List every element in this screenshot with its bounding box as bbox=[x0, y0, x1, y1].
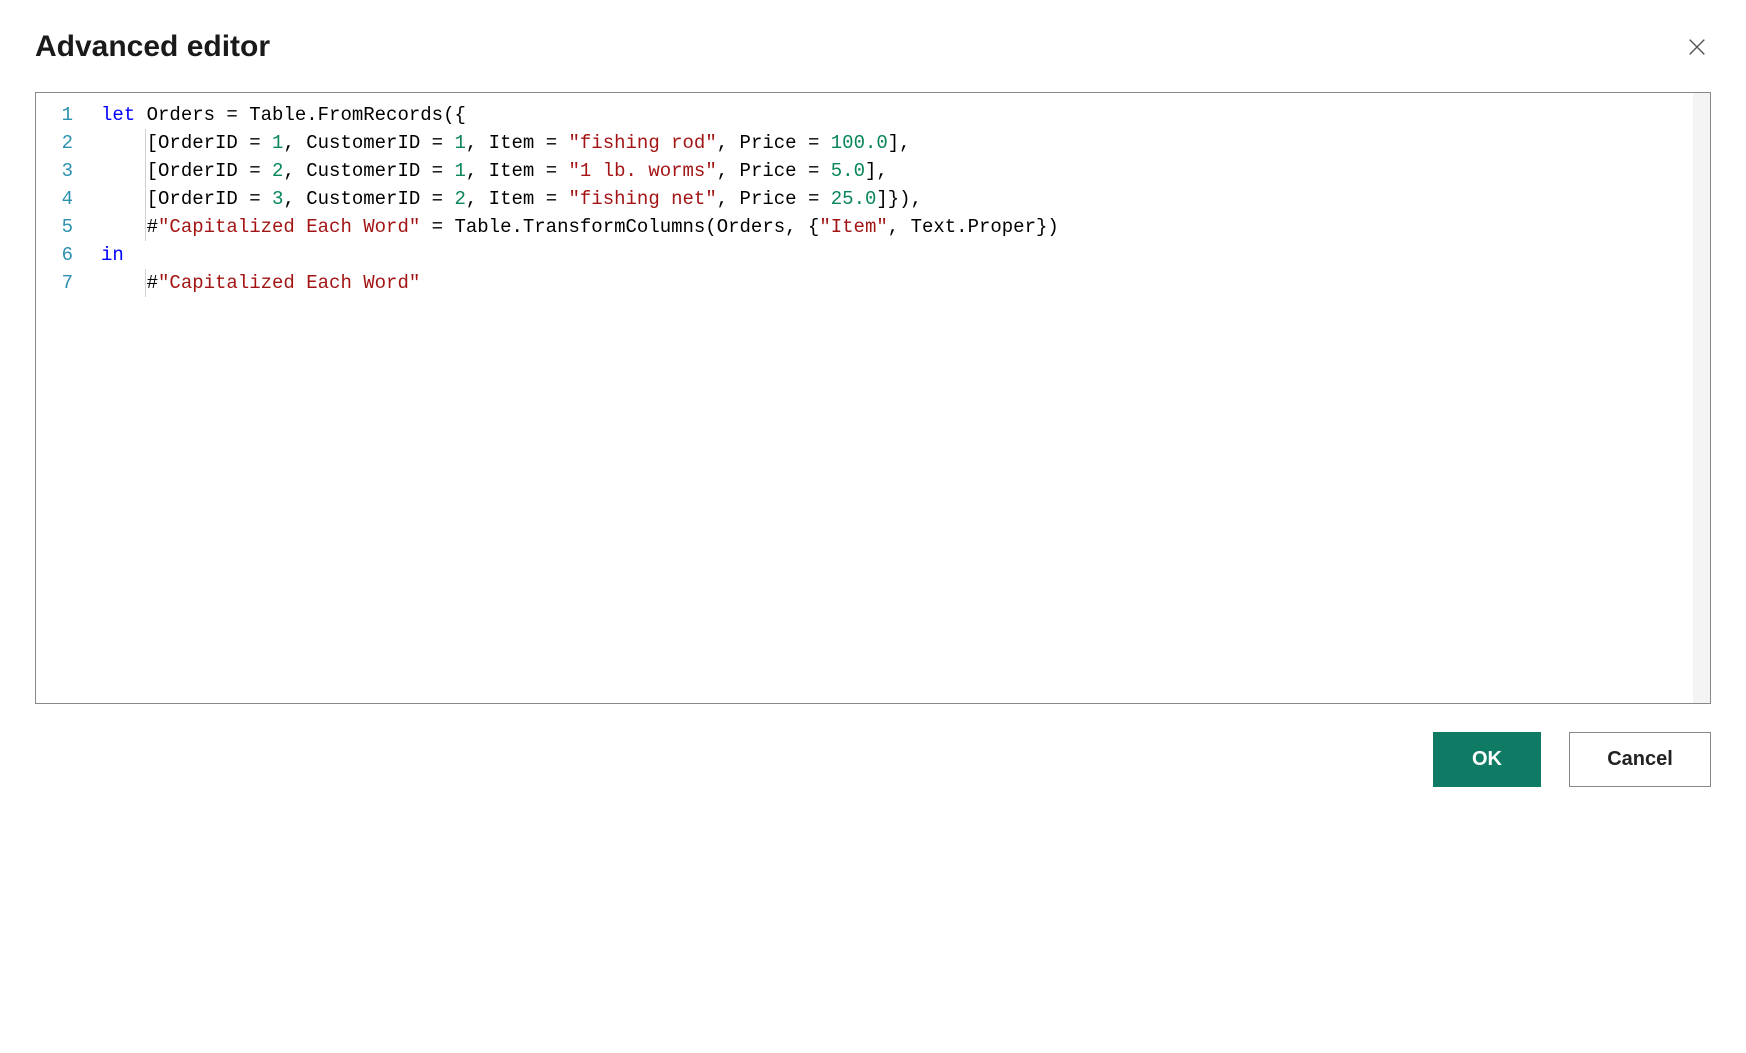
code-token: "Capitalized Each Word" bbox=[158, 272, 420, 294]
close-icon bbox=[1686, 36, 1708, 58]
code-token: ], bbox=[888, 132, 911, 154]
code-token: ]}), bbox=[876, 188, 922, 210]
code-token: 2 bbox=[454, 188, 465, 210]
code-line[interactable]: #"Capitalized Each Word" = Table.Transfo… bbox=[101, 213, 1710, 241]
code-token: 25.0 bbox=[831, 188, 877, 210]
code-token: 1 bbox=[272, 132, 283, 154]
code-token: = Table.TransformColumns(Orders, { bbox=[420, 216, 819, 238]
line-number: 6 bbox=[36, 241, 91, 269]
indent-guide bbox=[145, 157, 146, 185]
code-token: , Item = bbox=[466, 188, 569, 210]
code-token: [OrderID = bbox=[101, 188, 272, 210]
indent-guide bbox=[145, 129, 146, 157]
code-line[interactable]: let Orders = Table.FromRecords({ bbox=[101, 101, 1710, 129]
dialog-footer: OK Cancel bbox=[35, 732, 1711, 787]
code-token: ], bbox=[865, 160, 888, 182]
code-token: , Price = bbox=[717, 132, 831, 154]
code-line[interactable]: #"Capitalized Each Word" bbox=[101, 269, 1710, 297]
cancel-button[interactable]: Cancel bbox=[1569, 732, 1711, 787]
code-token: , Item = bbox=[466, 132, 569, 154]
code-token: "Item" bbox=[819, 216, 887, 238]
code-token: , Price = bbox=[717, 188, 831, 210]
dialog-title: Advanced editor bbox=[35, 30, 270, 64]
code-token: Orders = Table.FromRecords({ bbox=[135, 104, 466, 126]
code-token: # bbox=[101, 272, 158, 294]
code-line[interactable]: [OrderID = 3, CustomerID = 2, Item = "fi… bbox=[101, 185, 1710, 213]
code-token: # bbox=[101, 216, 158, 238]
line-number: 4 bbox=[36, 185, 91, 213]
dialog-header: Advanced editor bbox=[35, 30, 1711, 64]
code-area[interactable]: let Orders = Table.FromRecords({ [OrderI… bbox=[91, 93, 1710, 703]
line-number: 3 bbox=[36, 157, 91, 185]
code-token: "fishing net" bbox=[569, 188, 717, 210]
code-token: 1 bbox=[454, 132, 465, 154]
code-token: , Price = bbox=[717, 160, 831, 182]
code-token: , Item = bbox=[466, 160, 569, 182]
code-token: let bbox=[101, 104, 135, 126]
code-token: 5.0 bbox=[831, 160, 865, 182]
code-line[interactable]: in bbox=[101, 241, 1710, 269]
code-token: , Text.Proper}) bbox=[888, 216, 1059, 238]
code-line[interactable]: [OrderID = 1, CustomerID = 1, Item = "fi… bbox=[101, 129, 1710, 157]
code-token: in bbox=[101, 244, 124, 266]
indent-guide bbox=[145, 269, 146, 297]
indent-guide bbox=[145, 185, 146, 213]
code-editor[interactable]: 1234567 let Orders = Table.FromRecords({… bbox=[35, 92, 1711, 704]
scrollbar[interactable] bbox=[1693, 93, 1710, 703]
code-line[interactable]: [OrderID = 2, CustomerID = 1, Item = "1 … bbox=[101, 157, 1710, 185]
code-token: , CustomerID = bbox=[283, 160, 454, 182]
code-token: 2 bbox=[272, 160, 283, 182]
code-token: , CustomerID = bbox=[283, 188, 454, 210]
close-button[interactable] bbox=[1683, 33, 1711, 61]
line-number: 2 bbox=[36, 129, 91, 157]
code-token: [OrderID = bbox=[101, 160, 272, 182]
code-token: 1 bbox=[454, 160, 465, 182]
code-token: , CustomerID = bbox=[283, 132, 454, 154]
code-token: "Capitalized Each Word" bbox=[158, 216, 420, 238]
code-token: "1 lb. worms" bbox=[569, 160, 717, 182]
code-token: "fishing rod" bbox=[569, 132, 717, 154]
code-token: 100.0 bbox=[831, 132, 888, 154]
code-token: [OrderID = bbox=[101, 132, 272, 154]
line-number: 7 bbox=[36, 269, 91, 297]
code-token: 3 bbox=[272, 188, 283, 210]
indent-guide bbox=[145, 213, 146, 241]
ok-button[interactable]: OK bbox=[1433, 732, 1541, 787]
line-number: 5 bbox=[36, 213, 91, 241]
line-number: 1 bbox=[36, 101, 91, 129]
line-number-gutter: 1234567 bbox=[36, 93, 91, 703]
